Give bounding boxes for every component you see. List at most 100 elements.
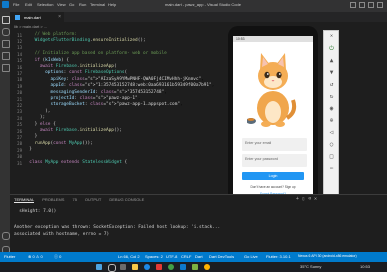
source-control-icon[interactable]: [2, 40, 10, 48]
status-encoding[interactable]: UTF-8: [166, 254, 177, 259]
explorer-icon[interactable]: [2, 16, 10, 24]
windows-taskbar: 35°C Sunny 10:53: [0, 262, 387, 272]
status-language[interactable]: Dart: [195, 254, 203, 259]
android-studio-icon[interactable]: [192, 264, 198, 270]
trash-icon[interactable]: ⌫: [308, 196, 311, 202]
panel-toggle-icon[interactable]: [359, 2, 365, 8]
status-devtools[interactable]: Dart DevTools: [209, 254, 234, 259]
status-go-live[interactable]: Go Live: [244, 254, 258, 259]
status-bar: Flutter ⊗ 0 ⚠ 0 Ⓘ 0 Ln 66, Col 2 Spaces:…: [0, 252, 387, 262]
start-icon[interactable]: [96, 264, 102, 270]
menu-file[interactable]: File: [13, 2, 19, 7]
email-field[interactable]: Enter your email: [242, 138, 307, 151]
status-flutter-version[interactable]: Flutter: 3.10.1: [266, 254, 291, 259]
line-number: 11: [17, 32, 22, 38]
edge-icon[interactable]: [144, 264, 150, 270]
weather-widget[interactable]: 35°C Sunny: [300, 264, 321, 269]
status-problems[interactable]: ⊗ 0 ⚠ 0: [28, 254, 43, 259]
terminal-line: Another exception was thrown: SocketExce…: [14, 225, 221, 230]
volume-down-icon[interactable]: ▼: [328, 69, 335, 76]
terminal-line: sHeight: 7.0(): [14, 209, 57, 214]
zoom-icon[interactable]: ⊕: [328, 117, 335, 124]
menu-view[interactable]: View: [57, 2, 66, 7]
more-icon[interactable]: ⋯: [328, 165, 335, 172]
tab-label: main.dart: [24, 15, 41, 20]
task-view-icon[interactable]: [120, 264, 126, 270]
line-number: 24: [17, 115, 22, 121]
code-line[interactable]: class MyApp extends StatelessWidget {: [24, 160, 127, 166]
taskbar-search-icon[interactable]: [108, 264, 116, 272]
minimize-icon[interactable]: [368, 2, 374, 8]
code-line[interactable]: }: [24, 147, 32, 153]
line-number: 30: [17, 154, 22, 160]
tab-terminal[interactable]: TERMINAL: [14, 197, 35, 203]
code-line[interactable]: runApp(const MyApp());: [24, 141, 93, 147]
file-explorer-icon[interactable]: [132, 264, 138, 270]
line-number: 18: [17, 77, 22, 83]
line-number: 20: [17, 90, 22, 96]
run-debug-icon[interactable]: [2, 52, 10, 60]
tab-problems[interactable]: PROBLEMS: [42, 197, 64, 203]
vscode-logo-icon: [2, 1, 9, 8]
clock[interactable]: 10:53: [360, 264, 370, 269]
cat-illustration: [247, 53, 297, 127]
menu-go[interactable]: Go: [69, 2, 74, 7]
line-number: 22: [17, 102, 22, 108]
split-terminal-icon[interactable]: ▯: [302, 196, 305, 202]
menu-help[interactable]: Help: [108, 2, 116, 7]
menu-edit[interactable]: Edit: [25, 2, 32, 7]
emulator-taskbar-icon[interactable]: [204, 264, 210, 270]
rotate-left-icon[interactable]: ↺: [328, 81, 335, 88]
code-line[interactable]: WidgetsFlutterBinding.ensureInitialized(…: [24, 38, 146, 44]
status-indentation[interactable]: Spaces: 2: [145, 254, 163, 259]
app-icon[interactable]: [156, 264, 162, 270]
terminal-line: associated with hostname, errno = 7): [14, 232, 110, 237]
volume-up-icon[interactable]: ▲: [328, 57, 335, 64]
tab-debug-console[interactable]: DEBUG CONSOLE: [109, 197, 144, 203]
line-number: 29: [17, 147, 22, 153]
status-cursor-position[interactable]: Ln 66, Col 2: [118, 254, 140, 259]
activity-bar: [0, 12, 10, 262]
password-field[interactable]: Enter your password: [242, 154, 307, 167]
camera-icon[interactable]: ◉: [328, 105, 335, 112]
power-icon[interactable]: ⏻: [328, 45, 335, 52]
search-icon[interactable]: [2, 28, 10, 36]
status-eol[interactable]: CRLF: [181, 254, 191, 259]
account-icon[interactable]: [2, 232, 10, 240]
extensions-icon[interactable]: [2, 64, 10, 72]
tab-close-icon[interactable]: ×: [58, 14, 61, 20]
status-info[interactable]: Ⓘ 0: [54, 254, 61, 260]
chrome-icon[interactable]: [168, 264, 174, 270]
line-number: 15: [17, 58, 22, 64]
menu-terminal[interactable]: Terminal: [90, 2, 105, 7]
rotate-right-icon[interactable]: ↻: [328, 93, 335, 100]
window-controls: [350, 2, 383, 8]
home-icon[interactable]: ○: [328, 141, 335, 148]
new-terminal-icon[interactable]: +: [296, 196, 299, 202]
back-icon[interactable]: ◁: [328, 129, 335, 136]
close-emulator-icon[interactable]: ✕: [328, 33, 335, 40]
overview-icon[interactable]: □: [328, 153, 335, 160]
panel-actions: + ▯ ⌫ ✕: [296, 196, 317, 202]
tab-output[interactable]: OUTPUT: [85, 197, 101, 203]
menu-selection[interactable]: Selection: [37, 2, 53, 7]
title-bar: File Edit Selection View Go Run Terminal…: [0, 0, 387, 12]
status-flutter[interactable]: Flutter: [4, 254, 15, 259]
close-panel-icon[interactable]: ✕: [314, 196, 317, 202]
problems-count: 75: [72, 197, 77, 202]
menu-run[interactable]: Run: [79, 2, 86, 7]
line-number: 25: [17, 122, 22, 128]
phone-status-bar: 10:53: [233, 36, 313, 42]
signup-prompt[interactable]: Don't have an account? Sign up: [233, 185, 313, 189]
code-line[interactable]: await Firebase.initializeApp();: [24, 128, 122, 134]
line-number: 26: [17, 128, 22, 134]
editor-tab-bar: main.dart ×: [10, 12, 387, 25]
dart-file-icon: [15, 15, 20, 20]
login-button[interactable]: Login: [242, 172, 304, 180]
line-number: 12: [17, 38, 22, 44]
line-number: 23: [17, 109, 22, 115]
layout-toggle-icon[interactable]: [350, 2, 356, 8]
vscode-taskbar-icon[interactable]: [180, 264, 186, 270]
close-window-icon[interactable]: [377, 2, 383, 8]
status-device[interactable]: Nexus 6 API 30 (android-x86 emulator): [298, 254, 357, 258]
